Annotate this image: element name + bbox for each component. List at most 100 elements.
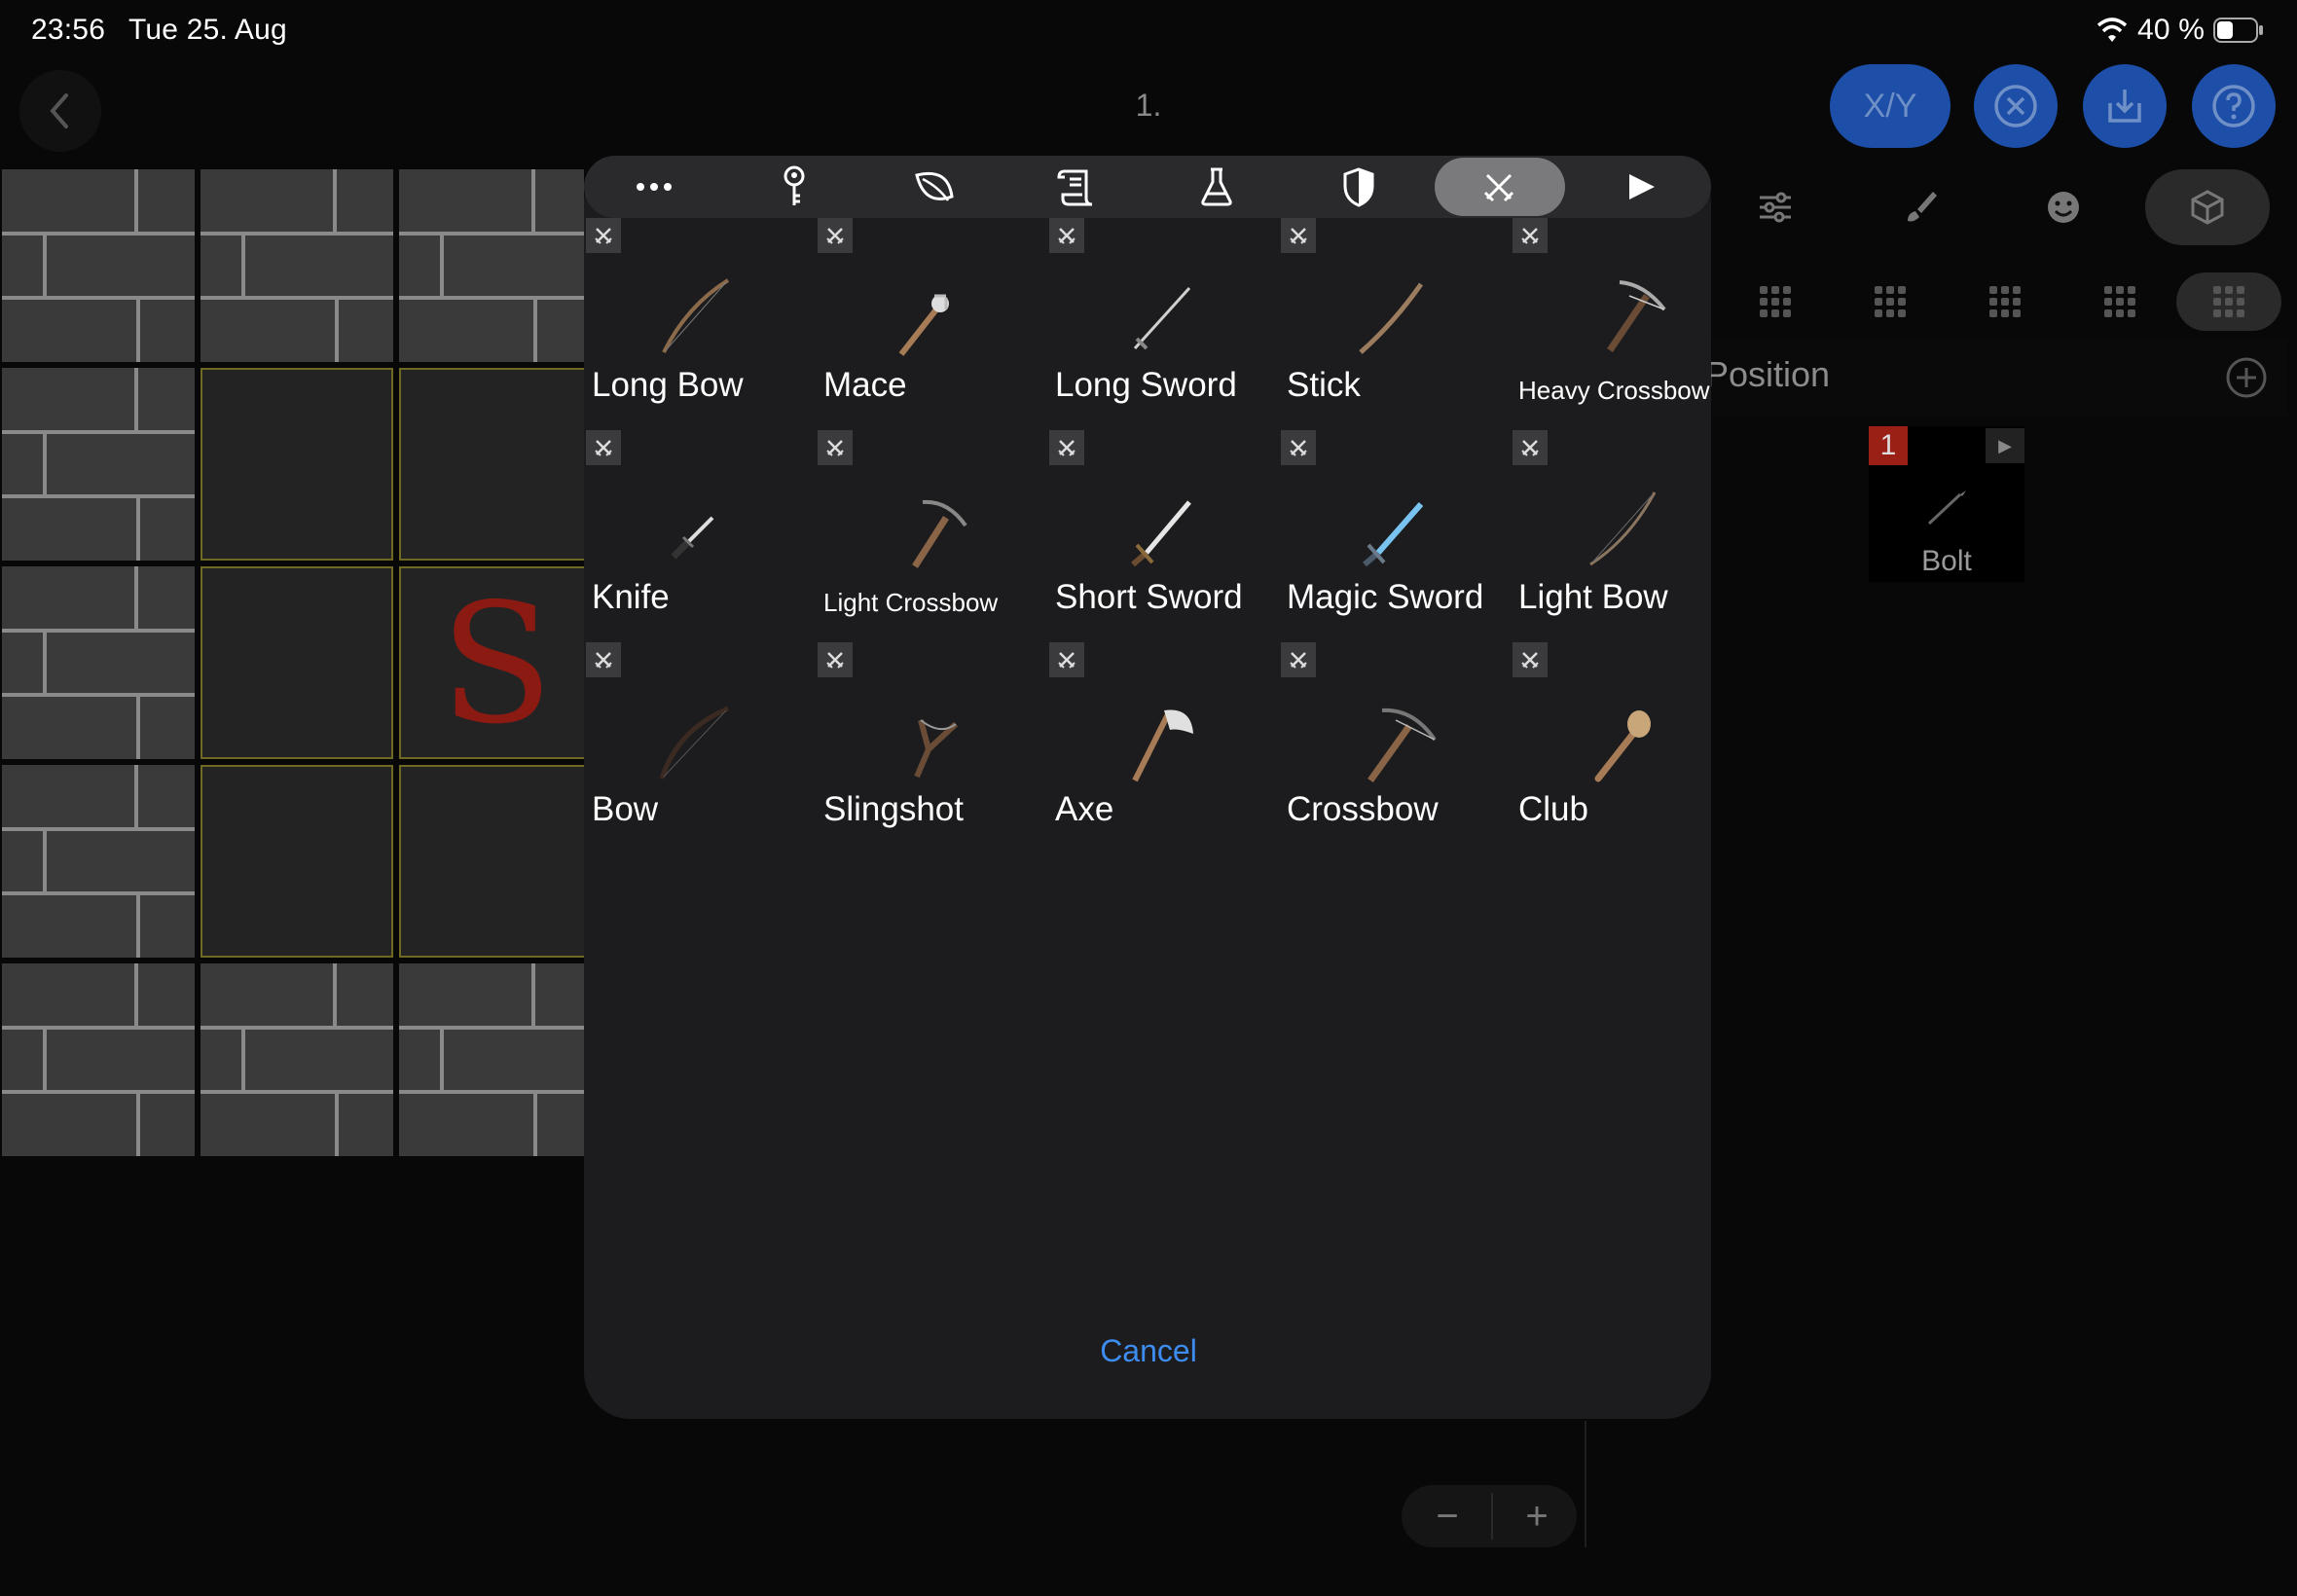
category-armor[interactable] [1320, 156, 1398, 218]
remove-item-button[interactable] [1049, 642, 1084, 677]
category-weapons[interactable] [1460, 156, 1538, 218]
cube-icon [2191, 190, 2224, 225]
remove-item-button[interactable] [818, 218, 853, 253]
wall-tile[interactable] [399, 963, 584, 1156]
remove-item-button[interactable] [1513, 430, 1548, 465]
swords-icon [826, 228, 844, 244]
floor-tile[interactable] [201, 368, 393, 561]
remove-item-button[interactable] [586, 218, 621, 253]
grid-icon [2104, 286, 2135, 317]
scroll-icon [1057, 169, 1093, 206]
close-button[interactable] [1974, 64, 2058, 148]
floor-tile[interactable] [201, 566, 393, 759]
wall-tile[interactable] [2, 963, 195, 1156]
weapon-item[interactable]: Heavy Crossbow [1513, 218, 1746, 432]
category-scrolls[interactable] [1038, 156, 1115, 218]
zoom-in-button[interactable]: + [1503, 1489, 1571, 1543]
tab-objects[interactable] [2145, 169, 2270, 245]
subtab-grid[interactable] [2067, 272, 2172, 331]
help-button[interactable] [2192, 64, 2276, 148]
flask-icon [1201, 167, 1232, 206]
swords-icon [1058, 440, 1076, 456]
remove-item-button[interactable] [586, 430, 621, 465]
remove-item-button[interactable] [1049, 218, 1084, 253]
leaf-icon [915, 171, 954, 201]
weapon-item-label: Stick [1287, 366, 1361, 404]
xy-button[interactable]: X/Y [1830, 64, 1951, 148]
tab-brush[interactable] [1857, 169, 1982, 245]
download-icon [2108, 90, 2141, 123]
remove-item-button[interactable] [1281, 642, 1316, 677]
smiley-icon [2048, 192, 2079, 223]
weapon-item[interactable]: Short Sword [1049, 430, 1283, 644]
weapon-item[interactable]: Magic Sword [1281, 430, 1514, 644]
key-icon [784, 165, 805, 205]
long-sword-icon [1133, 286, 1191, 350]
weapon-item[interactable]: Long Bow [586, 218, 820, 432]
stick-icon [1359, 282, 1424, 354]
category-more[interactable] [615, 156, 693, 218]
weapon-item-label: Crossbow [1287, 790, 1439, 828]
wall-tile[interactable] [201, 169, 393, 362]
weapon-item[interactable]: Mace [818, 218, 1051, 432]
weapon-item-label: Light Bow [1518, 578, 1668, 616]
remove-item-button[interactable] [818, 430, 853, 465]
wall-tile[interactable] [2, 169, 195, 362]
category-play[interactable] [1602, 156, 1680, 218]
slingshot-icon [914, 719, 959, 779]
floor-tile[interactable] [201, 765, 393, 958]
tab-characters[interactable] [2001, 169, 2126, 245]
export-button[interactable] [2083, 64, 2167, 148]
floor-tile[interactable] [399, 765, 584, 958]
floor-tile-start[interactable]: S [399, 566, 584, 761]
weapon-item[interactable]: Stick [1281, 218, 1514, 432]
remove-item-button[interactable] [586, 642, 621, 677]
wall-tile[interactable] [2, 765, 195, 958]
weapon-item[interactable]: Bow [586, 642, 820, 856]
weapon-item-label: Club [1518, 790, 1588, 828]
play-icon[interactable]: ▶ [1986, 428, 2024, 463]
light-bow-icon [1589, 491, 1657, 566]
wall-tile[interactable] [201, 963, 393, 1156]
short-sword-icon [1131, 500, 1191, 567]
remove-item-button[interactable] [1513, 218, 1548, 253]
category-potions[interactable] [1178, 156, 1256, 218]
weapon-item[interactable]: Slingshot [818, 642, 1051, 856]
swords-icon [826, 440, 844, 456]
weapon-item[interactable]: Axe [1049, 642, 1283, 856]
mace-icon [898, 294, 949, 356]
remove-item-button[interactable] [1049, 430, 1084, 465]
cancel-button[interactable]: Cancel [1051, 1333, 1246, 1369]
zoom-out-button[interactable]: − [1413, 1489, 1481, 1543]
add-position-button[interactable] [2225, 356, 2268, 399]
category-plants[interactable] [895, 156, 973, 218]
remove-item-button[interactable] [1281, 218, 1316, 253]
weapon-item[interactable]: Long Sword [1049, 218, 1283, 432]
weapon-item[interactable]: Light Crossbow [818, 430, 1051, 644]
subtab-grid[interactable] [1838, 272, 1943, 331]
subtab-grid-selected[interactable] [2176, 272, 2281, 331]
wall-tile[interactable] [2, 368, 195, 561]
weapon-item[interactable]: Light Bow [1513, 430, 1746, 644]
weapon-item[interactable]: Knife [586, 430, 820, 644]
back-button[interactable] [19, 70, 101, 152]
map-grid[interactable]: S [0, 167, 584, 1158]
subtab-grid[interactable] [1952, 272, 2058, 331]
floor-tile[interactable] [399, 368, 584, 561]
swords-icon [595, 228, 612, 244]
weapon-item-label: Light Crossbow [823, 588, 999, 617]
play-icon [1629, 174, 1655, 200]
weapon-item[interactable]: Club [1513, 642, 1746, 856]
wall-tile[interactable] [2, 566, 195, 759]
remove-item-button[interactable] [818, 642, 853, 677]
plus-circle-icon [2226, 357, 2267, 398]
weapon-item[interactable]: Crossbow [1281, 642, 1514, 856]
remove-item-button[interactable] [1281, 430, 1316, 465]
category-keys[interactable] [755, 156, 833, 218]
weapon-item-label: Mace [823, 366, 907, 404]
wall-tile[interactable] [399, 169, 584, 362]
swords-icon [595, 652, 612, 669]
object-card-badge: 1 [1869, 426, 1908, 465]
weapon-item-label: Magic Sword [1287, 578, 1484, 616]
remove-item-button[interactable] [1513, 642, 1548, 677]
